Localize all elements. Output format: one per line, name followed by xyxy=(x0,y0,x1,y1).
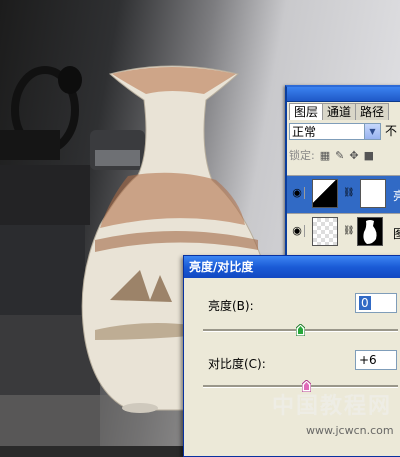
tab-paths[interactable]: 路径 xyxy=(355,103,390,120)
brightness-input[interactable]: 0 xyxy=(355,293,397,313)
lock-label: 锁定: xyxy=(289,149,315,162)
brightness-label: 亮度(B): xyxy=(208,299,254,313)
blend-mode-value: 正常 xyxy=(292,125,317,139)
lock-move-icon[interactable]: ✥ xyxy=(349,149,358,162)
layer-name: 图层 xyxy=(393,227,400,241)
chevron-down-icon[interactable]: ▼ xyxy=(364,124,380,139)
contrast-input[interactable]: +6 xyxy=(355,350,397,370)
brightness-value: 0 xyxy=(359,296,371,310)
layers-panel: 图层 通道 路径 正常 ▼ 不 锁定: ▦ ✎ ✥ ■ ◉ ⛓ 亮 ◉ ⛓ 图层 xyxy=(285,85,400,262)
chain-link-icon[interactable]: ⛓ xyxy=(343,188,354,198)
layers-panel-tabs: 图层 通道 路径 xyxy=(289,103,390,120)
blend-mode-select[interactable]: 正常 ▼ xyxy=(289,123,381,140)
tab-layers[interactable]: 图层 xyxy=(289,103,324,120)
contrast-label: 对比度(C): xyxy=(208,357,266,371)
eye-icon[interactable]: ◉ xyxy=(290,187,305,199)
layer-row-layer[interactable]: ◉ ⛓ 图层 xyxy=(287,213,400,251)
watermark-text: 中国教程网 xyxy=(272,393,393,419)
opacity-label: 不 xyxy=(385,124,398,138)
tab-channels[interactable]: 通道 xyxy=(322,103,357,120)
lock-all-icon[interactable]: ■ xyxy=(364,149,374,162)
layer-thumbnail xyxy=(312,217,338,246)
layers-panel-titlebar[interactable] xyxy=(287,87,400,102)
chain-link-icon[interactable]: ⛓ xyxy=(343,226,354,236)
lock-transparency-icon[interactable]: ▦ xyxy=(320,149,330,162)
eye-icon[interactable]: ◉ xyxy=(290,225,305,237)
layer-row-brightness[interactable]: ◉ ⛓ 亮 xyxy=(287,175,400,213)
brightness-slider-thumb[interactable] xyxy=(295,323,306,337)
watermark-url: www.jcwcn.com xyxy=(306,424,394,437)
dialog-title[interactable]: 亮度/对比度 xyxy=(184,256,400,278)
lock-paint-icon[interactable]: ✎ xyxy=(335,149,344,162)
layer-mask-thumbnail xyxy=(357,217,383,246)
layer-name: 亮 xyxy=(393,189,400,203)
adjustment-thumbnail xyxy=(312,179,338,208)
contrast-value: +6 xyxy=(359,353,377,367)
lock-row: 锁定: ▦ ✎ ✥ ■ xyxy=(289,147,374,163)
mask-thumbnail xyxy=(360,179,386,208)
